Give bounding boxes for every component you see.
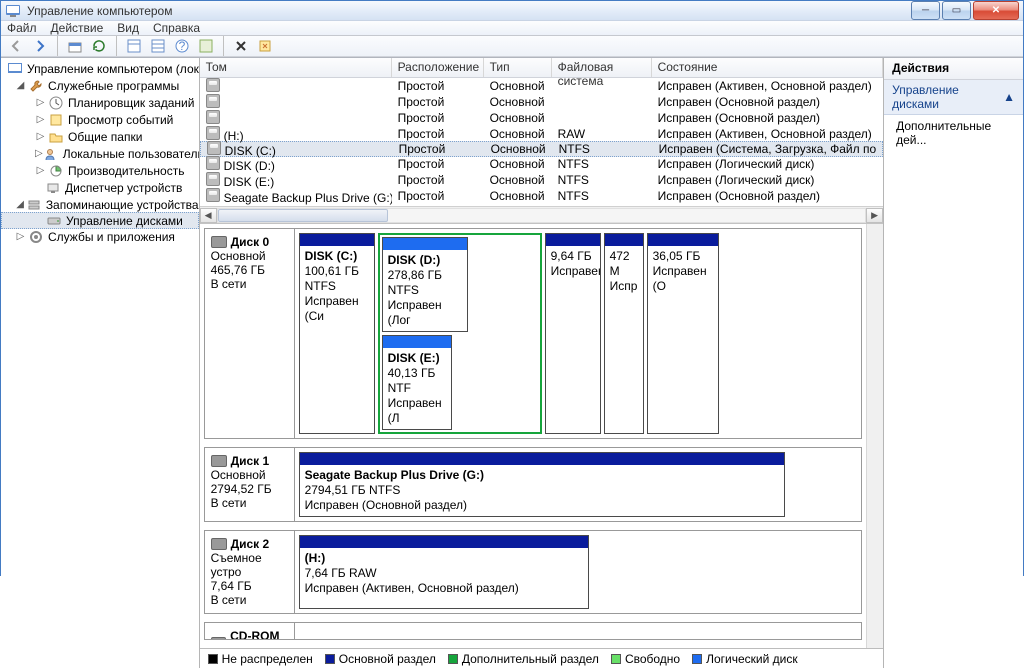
volume-grid: Том Расположение Тип Файловая система Со… [200,58,884,224]
tree-events[interactable]: ▷Просмотр событий [1,111,199,128]
legend-extended: Дополнительный раздел [448,652,599,666]
legend: Не распределен Основной раздел Дополните… [200,648,884,668]
window-buttons: ─ ▭ ✕ [911,1,1019,20]
users-icon [45,146,59,162]
tree-users[interactable]: ▷Локальные пользователи и группы [1,145,199,162]
tree-storage[interactable]: ◢Запоминающие устройства [1,196,199,213]
refresh2-icon[interactable] [197,37,215,55]
tree-perf[interactable]: ▷Производительность [1,162,199,179]
actions-group[interactable]: Управление дисками▲ [884,80,1023,115]
volume-row[interactable]: ПростойОсновнойИсправен (Основной раздел… [200,110,884,126]
disk-row[interactable]: Диск 2Съемное устро7,64 ГБВ сети (H:)7,6… [204,530,863,614]
menu-action[interactable]: Действие [51,21,104,35]
grid-body[interactable]: ПростойОсновнойИсправен (Активен, Основн… [200,78,884,206]
app-icon [5,3,21,19]
event-icon [48,112,64,128]
app-window: Управление компьютером ─ ▭ ✕ Файл Действ… [0,0,1024,576]
refresh-button[interactable] [90,37,108,55]
back-button[interactable] [7,37,25,55]
partition[interactable]: 472 МИспр [604,233,644,434]
partition[interactable]: Seagate Backup Plus Drive (G:)2794,51 ГБ… [299,452,785,517]
up-button[interactable] [66,37,84,55]
perf-icon [48,163,64,179]
volume-row[interactable]: Seagate Backup Plus Drive (G:)ПростойОсн… [200,188,884,204]
disk-row[interactable]: Диск 0Основной465,76 ГБВ сетиDISK (C:)10… [204,228,863,439]
device-icon [45,180,61,196]
volume-row[interactable]: DISK (D:)ПростойОсновнойNTFSИсправен (Ло… [200,156,884,172]
disk-icon [46,213,62,229]
partition[interactable]: DISK (D:)278,86 ГБ NTFSИсправен (Лог [382,237,468,332]
window-title: Управление компьютером [27,4,911,18]
volume-row[interactable]: DISK (E:)ПростойОсновнойNTFSИсправен (Ло… [200,172,884,188]
legend-free: Свободно [611,652,680,666]
properties-icon[interactable] [256,37,274,55]
menu-bar: Файл Действие Вид Справка [1,21,1023,36]
col-fs[interactable]: Файловая система [552,58,652,77]
extended-partition[interactable]: DISK (D:)278,86 ГБ NTFSИсправен (ЛогDISK… [378,233,542,434]
volume-row[interactable]: ПростойОсновнойИсправен (Основной раздел… [200,94,884,110]
view-icon[interactable] [125,37,143,55]
legend-unallocated: Не распределен [208,652,313,666]
clock-icon [48,95,64,111]
toolbar: ? [1,36,1023,57]
help-icon[interactable]: ? [173,37,191,55]
tree-services[interactable]: ◢Служебные программы [1,77,199,94]
svg-text:?: ? [179,39,186,53]
legend-logical: Логический диск [692,652,798,666]
partition[interactable]: 9,64 ГБИсправен [545,233,601,434]
folder-icon [48,129,64,145]
partition[interactable]: (H:)7,64 ГБ RAWИсправен (Активен, Основн… [299,535,589,609]
partition[interactable]: 36,05 ГБИсправен (О [647,233,719,434]
menu-file[interactable]: Файл [7,21,37,35]
main-content: Том Расположение Тип Файловая система Со… [200,58,885,668]
title-bar[interactable]: Управление компьютером ─ ▭ ✕ [1,1,1023,21]
scroll-track[interactable] [217,208,867,223]
v-scrollbar[interactable] [866,224,883,648]
close-button[interactable]: ✕ [973,1,1019,20]
legend-primary: Основной раздел [325,652,436,666]
disk-row[interactable]: CD-ROM 0 [204,622,863,640]
menu-help[interactable]: Справка [153,21,200,35]
tree-diskmgr[interactable]: Управление дисками [1,212,199,229]
tree-shared[interactable]: ▷Общие папки [1,128,199,145]
actions-more[interactable]: Дополнительные дей... [884,115,1023,151]
menu-view[interactable]: Вид [117,21,139,35]
services-icon [28,229,44,245]
tree-devmgr[interactable]: Диспетчер устройств [1,179,199,196]
col-volume[interactable]: Том [200,58,392,77]
grid-header: Том Расположение Тип Файловая система Со… [200,58,884,78]
col-status[interactable]: Состояние [652,58,884,77]
col-type[interactable]: Тип [484,58,552,77]
minimize-button[interactable]: ─ [911,1,940,20]
partition[interactable]: DISK (C:)100,61 ГБ NTFSИсправен (Си [299,233,375,434]
delete-icon[interactable] [232,37,250,55]
tree-apps[interactable]: ▷Службы и приложения [1,228,199,245]
scroll-thumb[interactable] [218,209,388,222]
tree-root[interactable]: Управление компьютером (локальным) [1,60,199,77]
actions-header: Действия [884,58,1023,80]
list-icon[interactable] [149,37,167,55]
nav-tree[interactable]: Управление компьютером (локальным) ◢Служ… [1,58,200,668]
computer-icon [7,61,23,77]
h-scrollbar[interactable]: ◀ ▶ [200,206,884,223]
partition[interactable]: DISK (E:)40,13 ГБ NTFИсправен (Л [382,335,452,430]
actions-pane: Действия Управление дисками▲ Дополнитель… [884,58,1023,668]
disk-layout-pane[interactable]: Диск 0Основной465,76 ГБВ сетиDISK (C:)10… [200,224,867,648]
forward-button[interactable] [31,37,49,55]
storage-icon [27,197,42,213]
main-body: Управление компьютером (локальным) ◢Служ… [1,57,1023,668]
col-layout[interactable]: Расположение [392,58,484,77]
tree-scheduler[interactable]: ▷Планировщик заданий [1,94,199,111]
tools-icon [28,78,44,94]
volume-row[interactable]: ПростойОсновнойИсправен (Активен, Основн… [200,78,884,94]
scroll-right-button[interactable]: ▶ [866,208,883,223]
scroll-left-button[interactable]: ◀ [200,208,217,223]
disk-row[interactable]: Диск 1Основной2794,52 ГБВ сетиSeagate Ba… [204,447,863,522]
maximize-button[interactable]: ▭ [942,1,971,20]
